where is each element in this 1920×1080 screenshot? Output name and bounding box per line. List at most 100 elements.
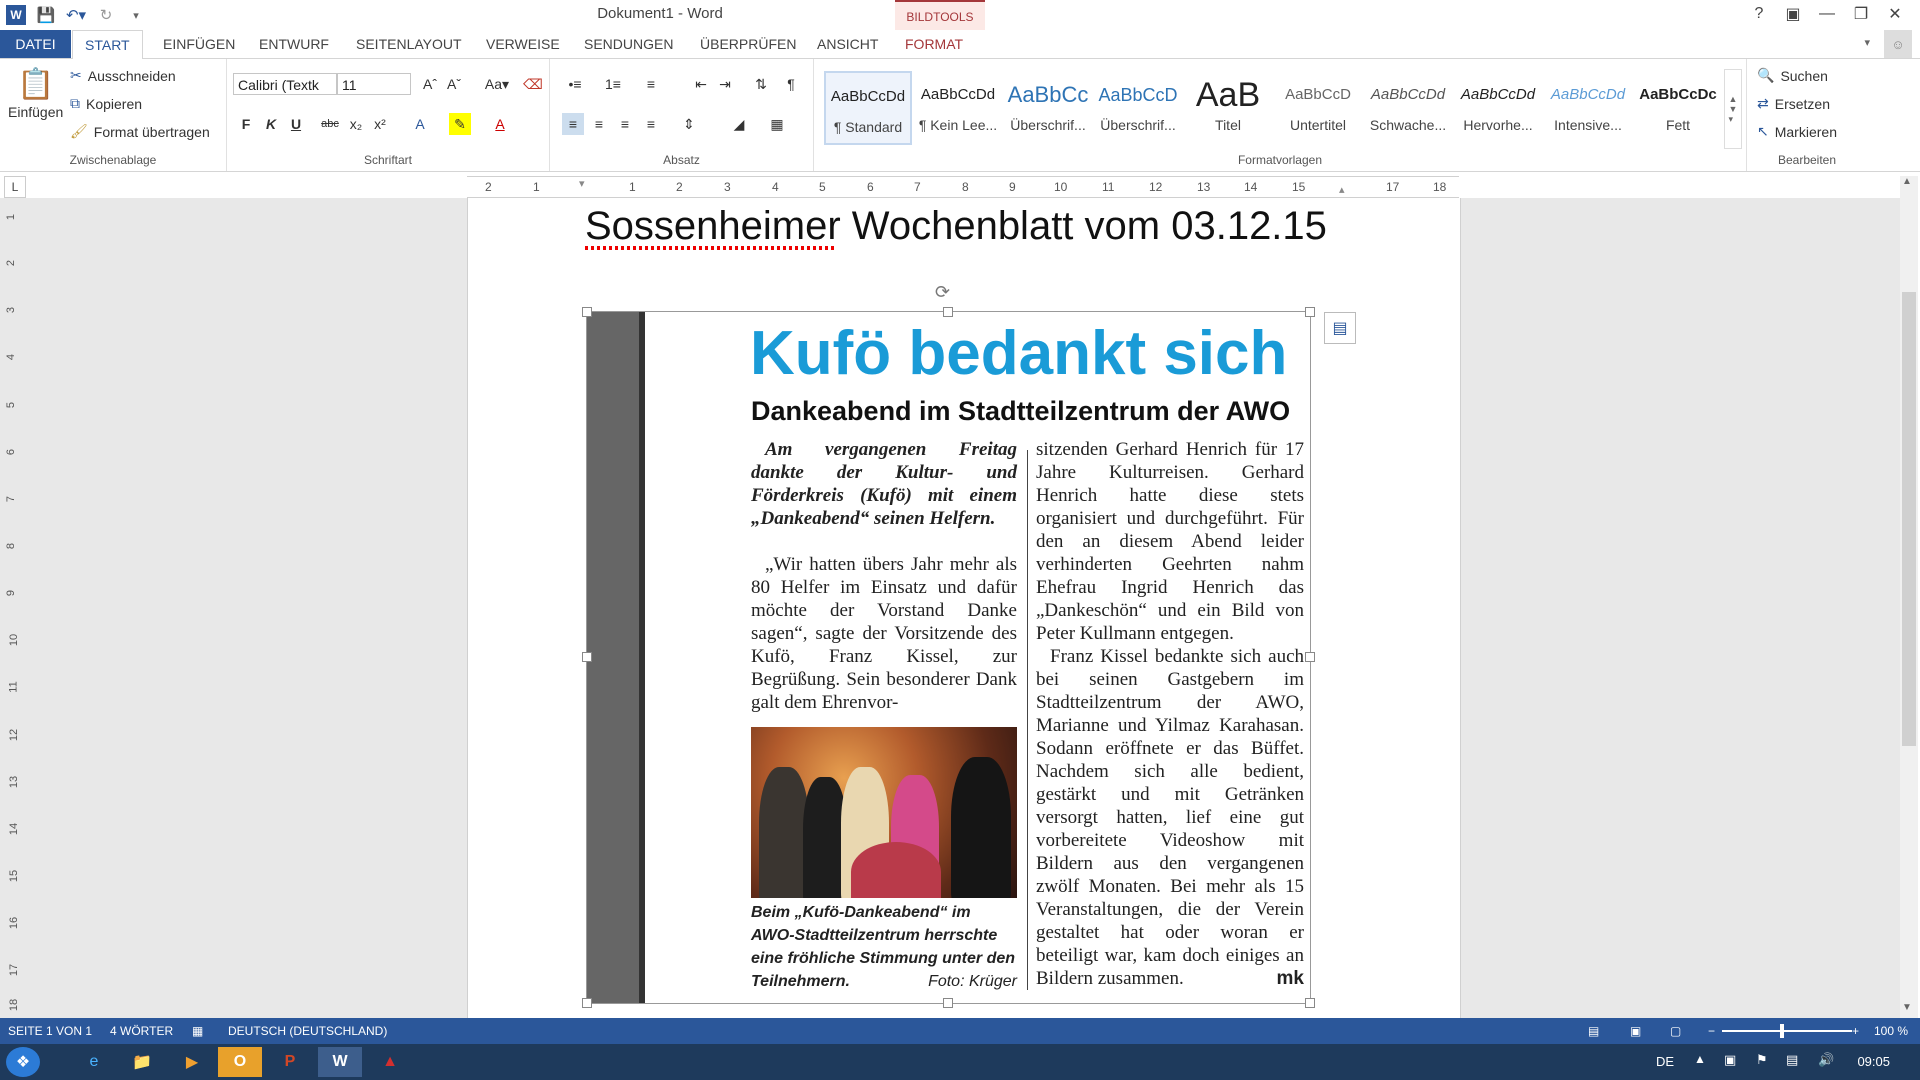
style-fett[interactable]: AaBbCcDc Fett [1634, 71, 1722, 145]
right-indent-marker-icon[interactable]: ▴ [1339, 183, 1345, 196]
powerpoint-icon[interactable]: P [268, 1047, 312, 1077]
acrobat-icon[interactable]: ▲ [368, 1047, 412, 1077]
page-indicator[interactable]: SEITE 1 VON 1 [8, 1024, 92, 1038]
outlook-icon[interactable]: O [218, 1047, 262, 1077]
newspaper-clipping-image[interactable]: Kufö bedankt sich Dankeabend im Stadttei… [586, 311, 1311, 1004]
file-explorer-icon[interactable]: 📁 [120, 1047, 164, 1077]
resize-handle[interactable] [1305, 652, 1315, 662]
tab-seitenlayout[interactable]: SEITENLAYOUT [344, 30, 474, 58]
find-button[interactable]: 🔍 Suchen [1757, 67, 1828, 84]
line-spacing-icon[interactable]: ⇕ [678, 113, 700, 135]
select-button[interactable]: ↖ Markieren [1757, 123, 1837, 140]
maximize-icon[interactable]: ❐ [1844, 2, 1878, 26]
tab-start[interactable]: START [72, 30, 143, 60]
tab-selector[interactable]: L [4, 176, 26, 198]
zoom-slider-thumb[interactable] [1780, 1024, 1784, 1038]
resize-handle[interactable] [1305, 307, 1315, 317]
zoom-slider[interactable] [1722, 1030, 1852, 1032]
borders-icon[interactable]: ▦ [766, 113, 788, 135]
tab-entwurf[interactable]: ENTWURF [247, 30, 341, 58]
tab-datei[interactable]: DATEI [0, 30, 71, 58]
word-logo-icon[interactable]: W [6, 5, 26, 25]
resize-handle[interactable] [582, 998, 592, 1008]
shading-icon[interactable]: ◢ [728, 113, 750, 135]
rotate-handle-icon[interactable]: ⟳ [935, 282, 950, 303]
decrease-indent-icon[interactable]: ⇤ [690, 73, 712, 95]
start-button-icon[interactable]: ❖ [6, 1047, 40, 1077]
copy-button[interactable]: ⧉ Kopieren [70, 95, 142, 112]
tab-ueberpruefen[interactable]: ÜBERPRÜFEN [688, 30, 808, 58]
style-standard[interactable]: AaBbCcDd ¶ Standard [824, 71, 912, 145]
resize-handle[interactable] [1305, 998, 1315, 1008]
format-painter-button[interactable]: 🖌 Format übertragen [70, 123, 210, 140]
action-center-icon[interactable]: ⚑ [1756, 1052, 1768, 1068]
bullets-icon[interactable]: •≡ [564, 73, 586, 95]
undo-icon[interactable]: ↶▾ [66, 5, 86, 25]
network-icon[interactable]: ▤ [1786, 1052, 1798, 1068]
grow-font-icon[interactable]: Aˆ [419, 73, 441, 95]
clear-formatting-icon[interactable]: ⌫ [522, 73, 544, 95]
zoom-level[interactable]: 100 % [1874, 1024, 1908, 1038]
paste-button[interactable]: 📋 Einfügen [8, 67, 63, 120]
language-indicator[interactable]: DEUTSCH (DEUTSCHLAND) [228, 1024, 387, 1038]
user-avatar[interactable]: ☺ [1884, 30, 1912, 58]
left-indent-marker-icon[interactable]: ▾ [579, 177, 585, 190]
style-hervorhebung[interactable]: AaBbCcDd Hervorhe... [1454, 71, 1542, 145]
style-intensive-hervorhebung[interactable]: AaBbCcDd Intensive... [1544, 71, 1632, 145]
read-mode-icon[interactable]: ▤ [1588, 1024, 1599, 1038]
font-size-select[interactable]: 11 [337, 73, 411, 95]
tray-expand-icon[interactable]: ▲ [1694, 1052, 1706, 1066]
align-center-icon[interactable]: ≡ [588, 113, 610, 135]
tab-format[interactable]: FORMAT [893, 30, 975, 58]
word-taskbar-icon[interactable]: W [318, 1047, 362, 1077]
word-count[interactable]: 4 WÖRTER [110, 1024, 173, 1038]
text-effects-icon[interactable]: A [409, 113, 431, 135]
highlight-color-icon[interactable]: ✎ [449, 113, 471, 135]
customize-qat-icon[interactable]: ▾ [126, 5, 146, 25]
numbering-icon[interactable]: 1≡ [602, 73, 624, 95]
print-layout-icon[interactable]: ▣ [1630, 1024, 1641, 1038]
replace-button[interactable]: ⇄ Ersetzen [1757, 95, 1830, 112]
zoom-out-icon[interactable]: − [1708, 1024, 1715, 1038]
horizontal-ruler[interactable]: 2 1 1 2 3 4 5 6 7 8 9 10 11 12 13 14 15 … [467, 176, 1459, 198]
font-color-icon[interactable]: A [489, 113, 511, 135]
scroll-down-icon[interactable]: ▼ [1902, 1002, 1912, 1013]
zoom-in-icon[interactable]: + [1852, 1024, 1859, 1038]
strikethrough-button[interactable]: abc [319, 113, 341, 135]
close-icon[interactable]: ✕ [1878, 2, 1912, 26]
web-layout-icon[interactable]: ▢ [1670, 1024, 1681, 1038]
cut-button[interactable]: ✂ Ausschneiden [70, 67, 176, 84]
style-ueberschrift-1[interactable]: AaBbCc Überschrif... [1004, 71, 1092, 145]
style-schwache-hervorhebung[interactable]: AaBbCcDd Schwache... [1364, 71, 1452, 145]
scrollbar-thumb[interactable] [1902, 292, 1916, 746]
ribbon-display-options-icon[interactable]: ▣ [1776, 2, 1810, 26]
help-button[interactable]: ? [1742, 2, 1776, 26]
resize-handle[interactable] [943, 307, 953, 317]
bold-button[interactable]: F [235, 113, 257, 135]
tab-sendungen[interactable]: SENDUNGEN [572, 30, 685, 58]
tab-verweise[interactable]: VERWEISE [474, 30, 572, 58]
volume-icon[interactable]: 🔊 [1818, 1052, 1834, 1068]
underline-button[interactable]: U [285, 113, 307, 135]
align-right-icon[interactable]: ≡ [614, 113, 636, 135]
shrink-font-icon[interactable]: Aˇ [443, 73, 465, 95]
subscript-button[interactable]: x₂ [345, 113, 367, 135]
style-kein-leerraum[interactable]: AaBbCcDd ¶ Kein Lee... [914, 71, 1002, 145]
save-icon[interactable]: 💾 [36, 5, 56, 25]
style-titel[interactable]: AaB Titel [1184, 71, 1272, 145]
style-ueberschrift-2[interactable]: AaBbCcD Überschrif... [1094, 71, 1182, 145]
sort-icon[interactable]: ⇅ [750, 73, 772, 95]
input-language[interactable]: DE [1656, 1054, 1674, 1069]
resize-handle[interactable] [943, 998, 953, 1008]
taskbar-clock[interactable]: 09:05 [1857, 1054, 1890, 1069]
multilevel-list-icon[interactable]: ≡ [640, 73, 662, 95]
resize-handle[interactable] [582, 307, 592, 317]
layout-options-icon[interactable]: ▤ [1324, 312, 1356, 344]
show-marks-icon[interactable]: ¶ [780, 73, 802, 95]
collapse-ribbon-icon[interactable]: ▾ [1864, 36, 1870, 49]
vertical-ruler[interactable]: 1 2 3 4 5 6 7 8 9 10 11 12 13 14 15 16 1… [4, 199, 24, 1017]
windows-flag-icon[interactable]: ▣ [1724, 1052, 1736, 1068]
italic-button[interactable]: K [260, 113, 282, 135]
resize-handle[interactable] [582, 652, 592, 662]
internet-explorer-icon[interactable]: e [72, 1047, 116, 1077]
